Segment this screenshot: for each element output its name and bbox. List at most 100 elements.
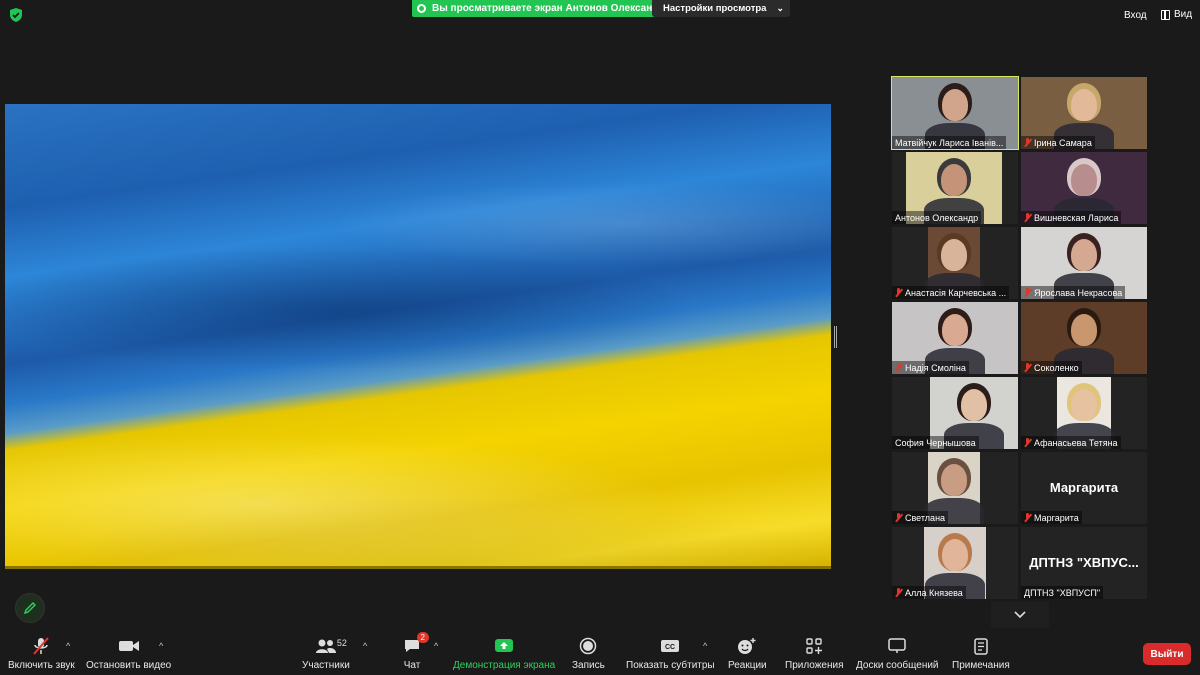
- participants-count: 52: [336, 638, 347, 648]
- reactions-label: Реакции: [728, 660, 767, 671]
- participants-icon: 52: [315, 635, 347, 657]
- participant-name-bar: Алла Князева: [892, 586, 966, 599]
- participant-face: [1071, 314, 1097, 346]
- apps-button[interactable]: Приложения: [785, 633, 844, 675]
- smiley-plus-icon: [737, 635, 757, 657]
- participant-name-bar: Матвійчук Лариса Іванів...: [892, 136, 1007, 149]
- participant-name: Антонов Олександр: [895, 212, 979, 223]
- view-settings-button[interactable]: Настройки просмотра ⌄: [652, 0, 791, 17]
- share-screen-label: Демонстрация экрана: [453, 660, 556, 671]
- notes-button[interactable]: Примечания: [952, 633, 1010, 675]
- participant-name: Ярослава Некрасова: [1034, 287, 1123, 298]
- unmute-button[interactable]: Включить звук: [8, 633, 75, 675]
- participant-tile[interactable]: Вишневская Лариса: [1021, 152, 1147, 224]
- participant-name-bar: Вишневская Лариса: [1021, 211, 1122, 224]
- participant-display-name: ДПТНЗ "ХВПУС...: [1029, 555, 1139, 570]
- participant-name-bar: Светлана: [892, 511, 949, 524]
- unmute-label: Включить звук: [8, 660, 75, 671]
- participant-face: [942, 89, 968, 121]
- participants-options-caret-icon[interactable]: ^: [363, 641, 367, 651]
- view-settings-label: Настройки просмотра: [663, 3, 767, 14]
- zoom-meeting-window: Вы просматриваете экран Антонов Олександ…: [0, 0, 1200, 675]
- sharing-text: Вы просматриваете экран Антонов Олександ…: [432, 3, 665, 14]
- svg-text:CC: CC: [665, 644, 675, 651]
- participant-display-name: Маргарита: [1049, 480, 1119, 495]
- participant-name-bar: Ірина Самара: [1021, 136, 1095, 149]
- audio-options-caret-icon[interactable]: ^: [66, 641, 70, 651]
- microphone-muted-icon: [1024, 363, 1031, 372]
- participant-name: Анастасія Карчевська ...: [905, 287, 1007, 298]
- participant-tile[interactable]: Матвійчук Лариса Іванів...: [891, 76, 1019, 150]
- microphone-muted-icon: [895, 363, 902, 372]
- participant-tile[interactable]: Маргарита Маргарита: [1021, 452, 1147, 524]
- captions-button[interactable]: CC Показать субтитры: [626, 633, 715, 675]
- apps-label: Приложения: [785, 660, 844, 671]
- participant-tile[interactable]: София Чернышова: [892, 377, 1018, 449]
- whiteboards-label: Доски сообщений: [856, 660, 939, 671]
- participant-name: Светлана: [905, 512, 946, 523]
- chat-options-caret-icon[interactable]: ^: [434, 641, 438, 651]
- participant-name: Афанасьева Тетяна: [1034, 437, 1118, 448]
- resize-handle[interactable]: [834, 326, 837, 348]
- participant-name-bar: Маргарита: [1021, 511, 1082, 524]
- record-icon: [579, 635, 597, 657]
- captions-options-caret-icon[interactable]: ^: [703, 641, 707, 651]
- whiteboard-icon: [888, 635, 907, 657]
- participant-face: [1071, 239, 1097, 271]
- closed-captions-icon: CC: [660, 635, 680, 657]
- shared-screen-ukrainian-flag: [5, 104, 831, 569]
- microphone-muted-icon: [1024, 438, 1031, 447]
- participant-name-bar: Анастасія Карчевська ...: [892, 286, 1010, 299]
- enter-button[interactable]: Вход: [1124, 10, 1147, 21]
- view-button[interactable]: Вид: [1161, 9, 1192, 20]
- leave-meeting-button[interactable]: Выйти: [1143, 643, 1191, 665]
- microphone-muted-icon: [1024, 213, 1031, 222]
- participant-face: [1071, 389, 1097, 421]
- whiteboards-button[interactable]: Доски сообщений: [856, 633, 939, 675]
- participant-name: Матвійчук Лариса Іванів...: [895, 137, 1004, 148]
- participant-face: [941, 239, 967, 271]
- participant-tile[interactable]: Алла Князева: [892, 527, 1018, 599]
- notes-icon: [974, 635, 988, 657]
- participant-name: Вишневская Лариса: [1034, 212, 1119, 223]
- chevron-down-icon: [1014, 611, 1026, 619]
- participant-tile[interactable]: Светлана: [892, 452, 1018, 524]
- participant-name-bar: Афанасьева Тетяна: [1021, 436, 1121, 449]
- participant-name-bar: Соколенко: [1021, 361, 1082, 374]
- gallery-scroll-down-button[interactable]: [991, 602, 1049, 628]
- participant-face: [941, 164, 967, 196]
- record-label: Запись: [572, 660, 605, 671]
- participant-tile[interactable]: Надія Смоліна: [892, 302, 1018, 374]
- security-shield-icon[interactable]: [8, 7, 24, 23]
- chat-button[interactable]: 2 Чат: [403, 632, 429, 675]
- reactions-button[interactable]: Реакции: [728, 633, 767, 675]
- participant-name: ДПТНЗ "ХВПУСП": [1024, 587, 1101, 598]
- participant-tile[interactable]: Анастасія Карчевська ...: [892, 227, 1018, 299]
- stop-video-button[interactable]: Остановить видео: [86, 633, 171, 675]
- participant-tile[interactable]: Ірина Самара: [1021, 77, 1147, 149]
- participant-name: Надія Смоліна: [905, 362, 966, 373]
- participant-face: [1071, 89, 1097, 121]
- annotate-pencil-button[interactable]: [15, 593, 45, 623]
- view-label: Вид: [1174, 9, 1193, 20]
- video-options-caret-icon[interactable]: ^: [159, 641, 163, 651]
- apps-icon: [806, 635, 823, 657]
- microphone-muted-icon: [895, 513, 902, 522]
- participant-name-bar: Ярослава Некрасова: [1021, 286, 1126, 299]
- microphone-muted-icon: [895, 588, 902, 597]
- participants-button[interactable]: 52 Участники: [302, 633, 350, 675]
- microphone-muted-icon: [31, 635, 51, 657]
- participant-face: [941, 464, 967, 496]
- share-screen-button[interactable]: Демонстрация экрана: [453, 633, 555, 675]
- record-button[interactable]: Запись: [572, 633, 605, 675]
- participant-name: Алла Князева: [905, 587, 963, 598]
- participant-name: София Чернышова: [895, 437, 976, 448]
- captions-label: Показать субтитры: [626, 660, 715, 671]
- participant-tile[interactable]: Антонов Олександр: [892, 152, 1018, 224]
- participant-name-bar: Надія Смоліна: [892, 361, 969, 374]
- participant-tile[interactable]: Соколенко: [1021, 302, 1147, 374]
- participant-tile[interactable]: Ярослава Некрасова: [1021, 227, 1147, 299]
- participant-tile[interactable]: Афанасьева Тетяна: [1021, 377, 1147, 449]
- participant-face: [942, 314, 968, 346]
- participant-tile[interactable]: ДПТНЗ "ХВПУС... ДПТНЗ "ХВПУСП": [1021, 527, 1147, 599]
